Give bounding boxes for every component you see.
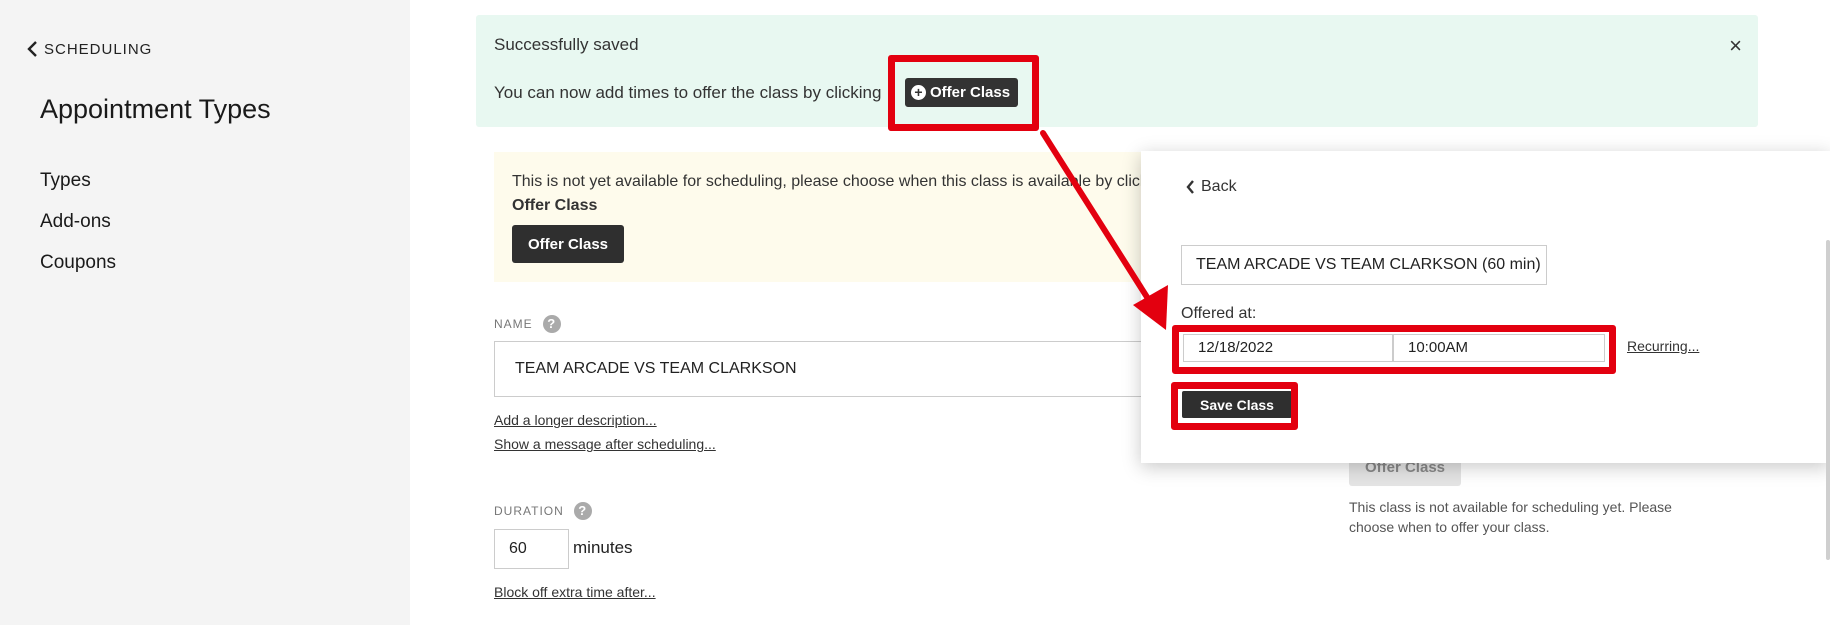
sidebar-item-add-ons[interactable]: Add-ons xyxy=(40,211,116,252)
sidebar-item-types[interactable]: Types xyxy=(40,170,116,211)
back-to-scheduling-link[interactable]: SCHEDULING xyxy=(26,40,152,58)
popup-back-link[interactable]: Back xyxy=(1185,178,1237,196)
duration-label: DURATION xyxy=(494,504,564,518)
offer-class-popup: Back TEAM ARCADE VS TEAM CLARKSON (60 mi… xyxy=(1141,151,1830,463)
sidebar-nav: Types Add-ons Coupons xyxy=(40,170,116,293)
duration-input[interactable]: 60 xyxy=(494,529,569,569)
back-link-label: SCHEDULING xyxy=(44,40,153,58)
block-extra-time-link[interactable]: Block off extra time after... xyxy=(494,584,656,600)
warning-text-bold: Offer Class xyxy=(512,197,598,214)
show-message-link[interactable]: Show a message after scheduling... xyxy=(494,436,716,452)
class-select[interactable]: TEAM ARCADE VS TEAM CLARKSON (60 min) xyxy=(1181,245,1547,285)
warning-banner: This is not yet available for scheduling… xyxy=(494,152,1194,282)
chevron-left-icon xyxy=(27,41,37,57)
name-label: NAME xyxy=(494,317,533,331)
save-class-button[interactable]: Save Class xyxy=(1182,391,1292,418)
plus-circle-icon: + xyxy=(911,85,926,100)
success-message: You can now add times to offer the class… xyxy=(494,83,882,102)
name-label-row: NAME ? xyxy=(494,315,561,333)
add-description-link[interactable]: Add a longer description... xyxy=(494,412,657,428)
help-icon[interactable]: ? xyxy=(542,315,561,333)
date-input[interactable]: 12/18/2022 xyxy=(1183,334,1393,362)
sidebar: SCHEDULING Appointment Types Types Add-o… xyxy=(0,0,410,625)
popup-back-label: Back xyxy=(1201,178,1237,195)
name-input[interactable]: TEAM ARCADE VS TEAM CLARKSON xyxy=(494,341,1194,397)
inline-offer-class-label: Offer Class xyxy=(930,84,1011,101)
warning-text-body: This is not yet available for scheduling… xyxy=(512,173,1170,190)
offer-class-button[interactable]: Offer Class xyxy=(512,225,624,263)
chevron-left-icon xyxy=(1186,180,1194,194)
right-column-note: This class is not available for scheduli… xyxy=(1349,499,1672,535)
duration-unit: minutes xyxy=(573,538,633,557)
recurring-link[interactable]: Recurring... xyxy=(1627,338,1699,354)
inline-offer-class-button[interactable]: + Offer Class xyxy=(905,78,1019,107)
sidebar-title: Appointment Types xyxy=(40,94,271,124)
offered-at-label: Offered at: xyxy=(1181,305,1257,322)
close-icon[interactable]: × xyxy=(1729,33,1742,59)
duration-label-row: DURATION ? xyxy=(494,502,592,520)
sidebar-item-coupons[interactable]: Coupons xyxy=(40,252,116,293)
scrollbar[interactable] xyxy=(1826,240,1830,560)
time-input[interactable]: 10:00AM xyxy=(1393,334,1605,362)
success-banner: Successfully saved You can now add times… xyxy=(476,15,1758,127)
warning-text: This is not yet available for scheduling… xyxy=(512,170,1192,218)
success-title: Successfully saved xyxy=(494,35,639,54)
help-icon[interactable]: ? xyxy=(573,502,592,520)
